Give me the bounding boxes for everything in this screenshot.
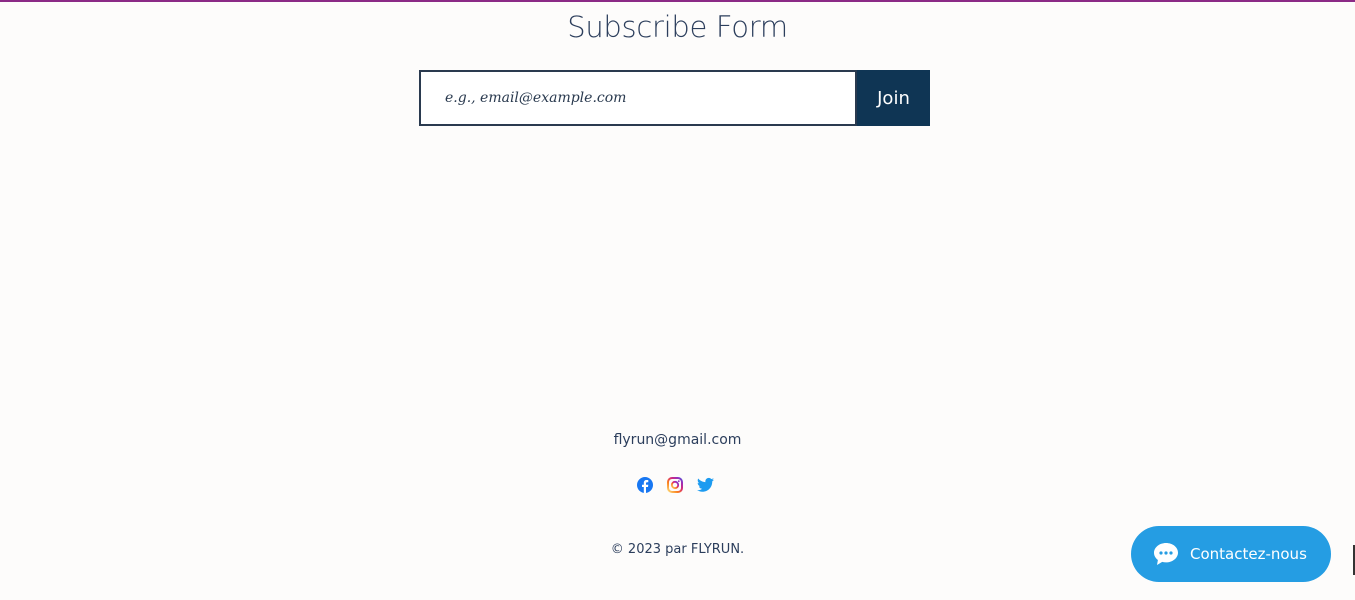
contact-chat-button[interactable]: Contactez-nous bbox=[1131, 526, 1331, 582]
chat-bubble-icon bbox=[1154, 543, 1178, 565]
facebook-icon[interactable] bbox=[637, 477, 653, 493]
contact-chat-label: Contactez-nous bbox=[1190, 545, 1307, 563]
page: Subscribe Form Join flyrun@gmail.com bbox=[0, 0, 1355, 600]
social-bar bbox=[637, 477, 714, 493]
twitter-icon[interactable] bbox=[697, 477, 714, 493]
subscribe-form-title: Subscribe Form bbox=[567, 10, 788, 44]
email-input[interactable] bbox=[419, 70, 857, 126]
join-button[interactable]: Join bbox=[857, 70, 930, 126]
instagram-icon[interactable] bbox=[667, 477, 683, 493]
subscribe-form: Join bbox=[419, 70, 930, 126]
footer-email-link[interactable]: flyrun@gmail.com bbox=[0, 432, 1355, 448]
